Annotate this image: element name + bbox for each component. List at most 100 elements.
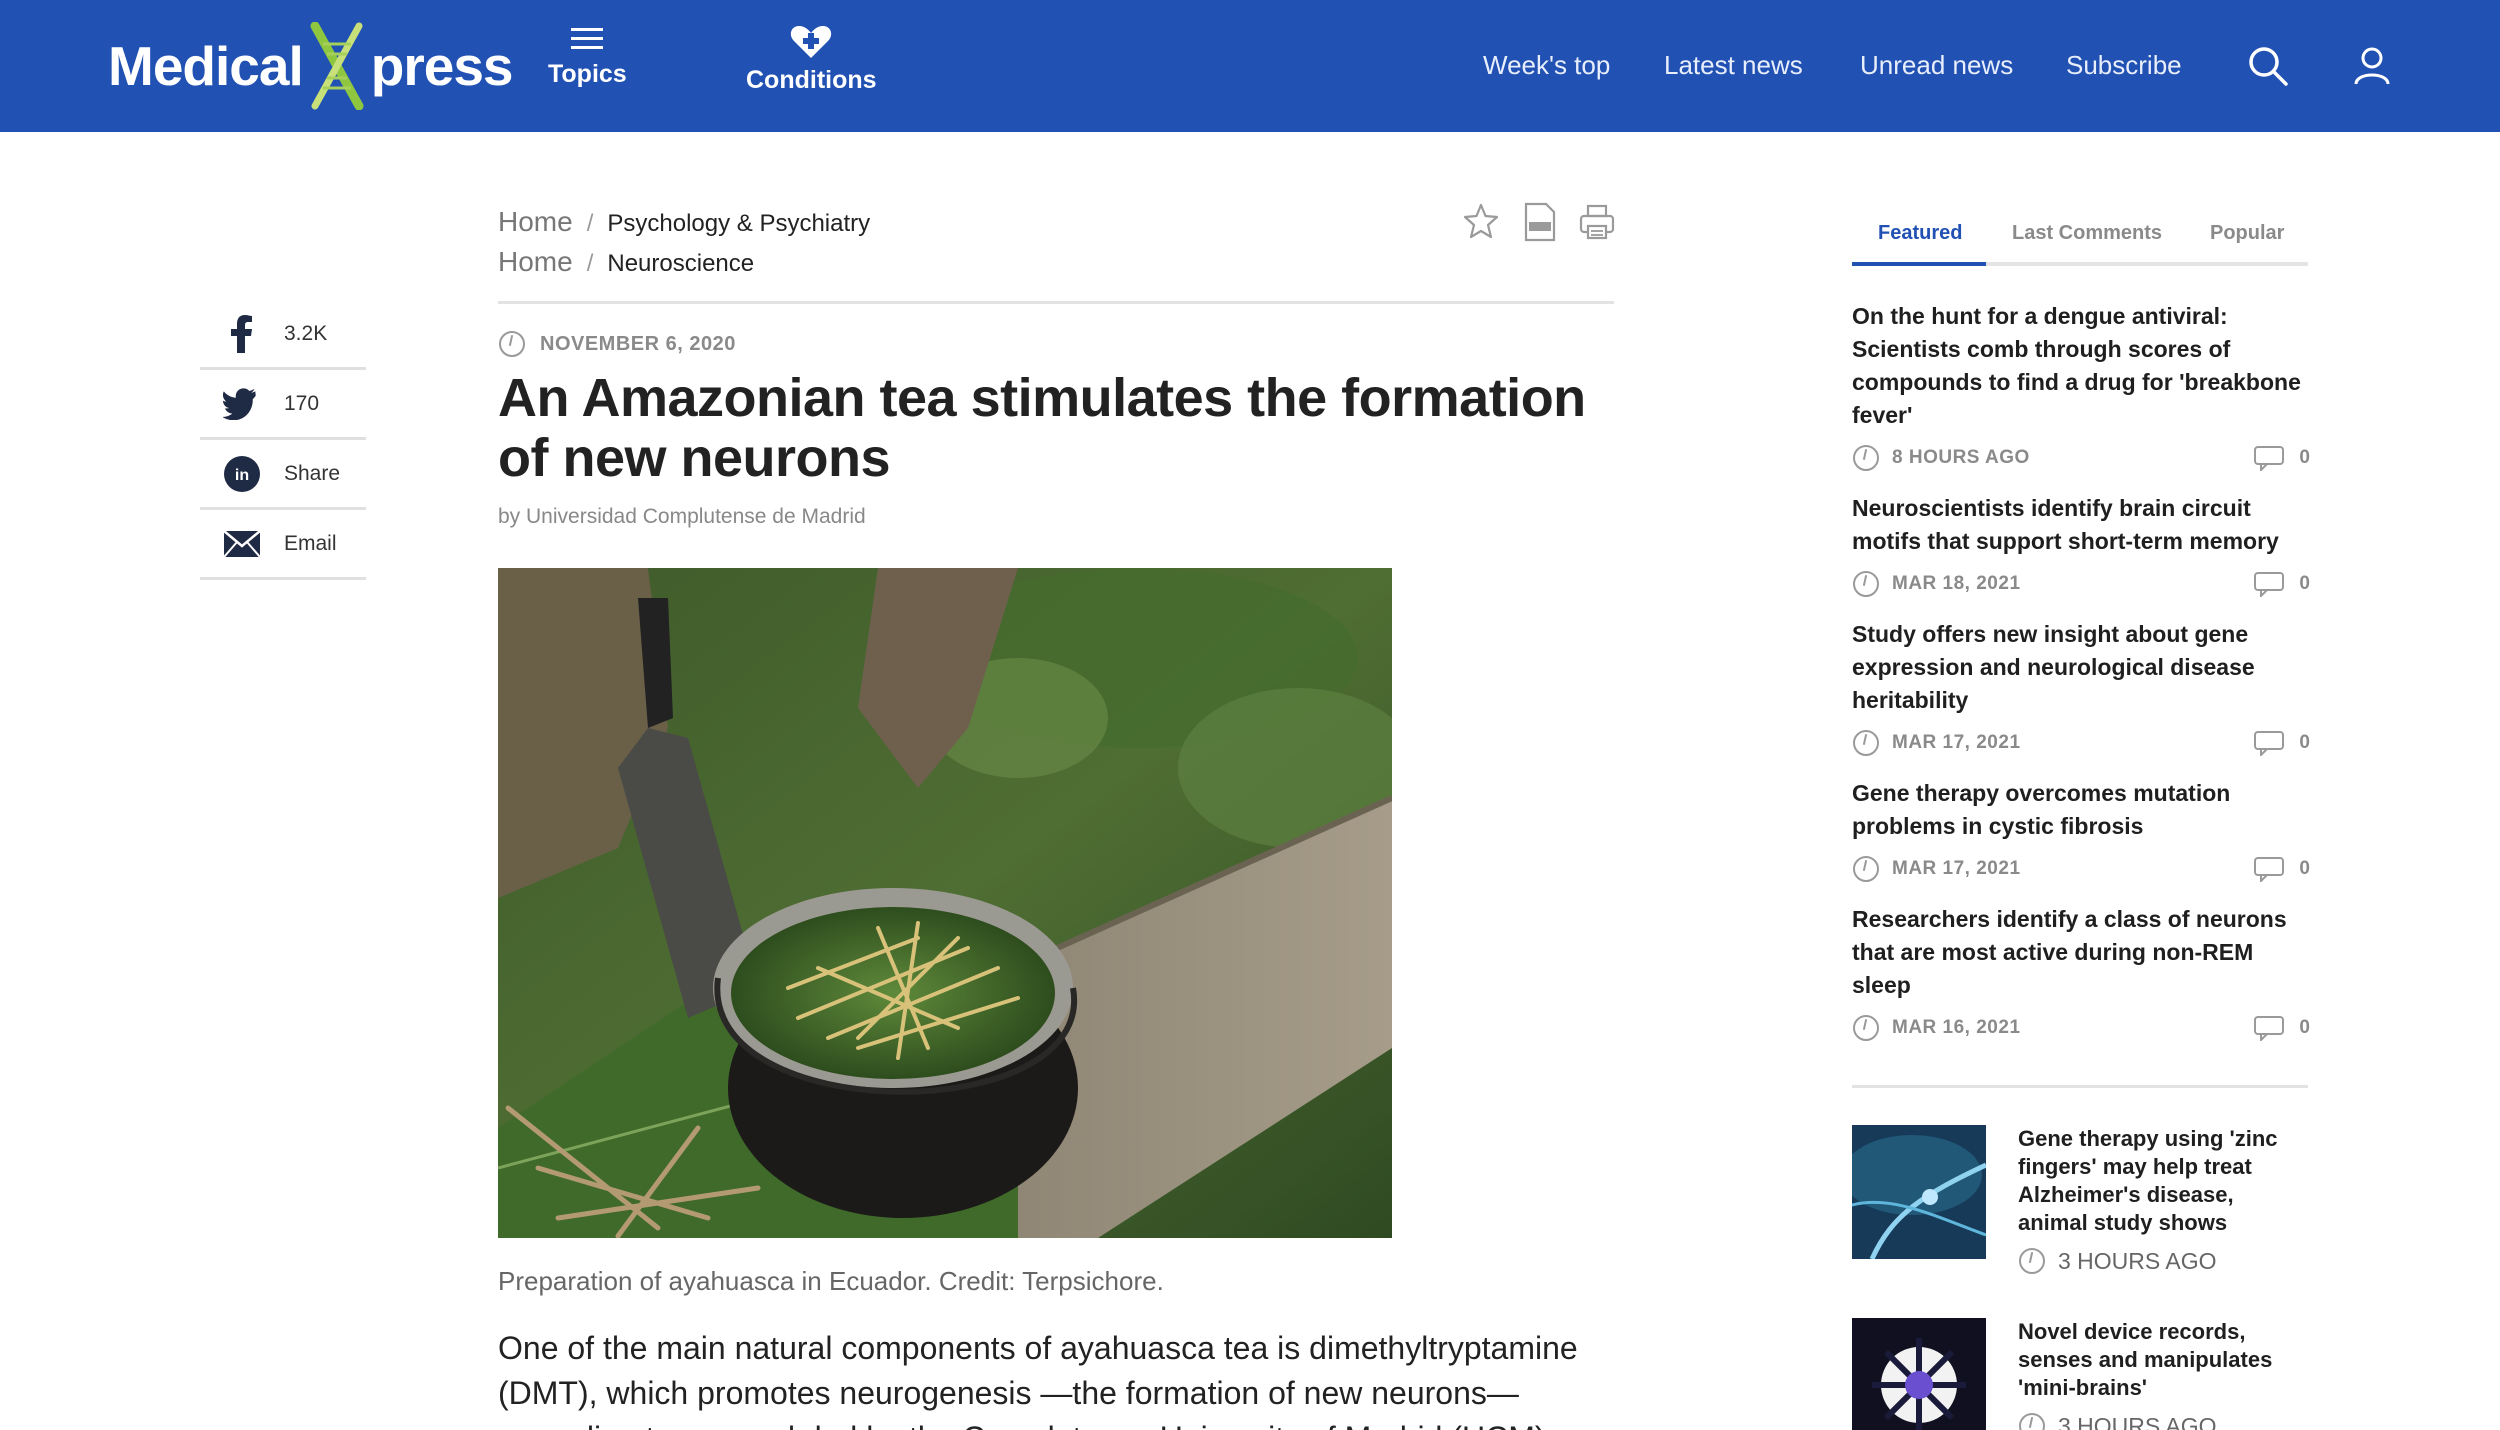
tab-last-comments[interactable]: Last Comments [2012,222,2162,245]
breadcrumb-separator: / [586,250,594,277]
article-date: NOVEMBER 6, 2020 [498,330,736,358]
email-icon [220,529,264,558]
news-item-meta: MAR 16, 2021 0 [1852,1002,2310,1054]
clock-icon [1853,445,1879,471]
breadcrumb-category-link[interactable]: Psychology & Psychiatry [607,205,870,243]
logo-text-press: press [370,35,514,97]
svg-text:in: in [235,467,249,484]
comment-icon[interactable] [2253,730,2285,756]
news-item-comment-count: 0 [2299,732,2310,753]
news-item-meta: 8 HOURS AGO 0 [1852,432,2310,484]
user-account-icon[interactable] [2350,44,2394,88]
clock-icon [2019,1248,2045,1274]
twitter-share-count: 170 [284,391,320,415]
news-item-time: MAR 17, 2021 [1892,732,2021,753]
thumbnail-news-meta: 3 HOURS AGO [2018,1247,2308,1275]
search-icon[interactable] [2246,44,2290,88]
news-tabs: Featured Last Comments Popular [1852,210,2308,266]
news-item-title[interactable]: Researchers identify a class of neurons … [1852,895,2310,1002]
conditions-menu-button[interactable]: Conditions [746,24,877,95]
thumbnail-news-title[interactable]: Novel device records, senses and manipul… [2018,1318,2308,1402]
news-item-time: MAR 17, 2021 [1892,858,2021,879]
photo-caption: Preparation of ayahuasca in Ecuador. Cre… [498,1266,1164,1296]
thumbnail-news-meta: 3 HOURS AGO [2018,1412,2308,1430]
news-thumbnail-image[interactable] [1852,1318,1986,1430]
news-item-meta: MAR 17, 2021 0 [1852,717,2310,769]
comment-icon[interactable] [2253,445,2285,471]
linkedin-share-button[interactable]: in Share [200,440,366,510]
news-item-title[interactable]: Study offers new insight about gene expr… [1852,610,2310,717]
email-share-button[interactable]: Email [200,510,366,580]
conditions-label: Conditions [746,66,877,94]
tab-popular[interactable]: Popular [2210,222,2284,245]
site-logo[interactable]: Medical press [108,18,514,114]
article-title: An Amazonian tea stimulates the formatio… [498,368,1586,488]
latest-news-link[interactable]: Latest news [1664,50,1803,81]
breadcrumb-row: Home / Neuroscience [498,243,870,283]
clock-icon [1853,1015,1879,1041]
news-item-meta: MAR 18, 2021 0 [1852,558,2310,610]
article-body-paragraph: One of the main natural components of ay… [498,1330,1578,1430]
subscribe-link[interactable]: Subscribe [2066,50,2182,81]
weeks-top-link[interactable]: Week's top [1483,50,1610,81]
ayahuasca-pot-image [498,568,1392,1238]
linkedin-icon: in [220,455,264,493]
heart-plus-icon [791,26,832,58]
bookmark-star-icon[interactable] [1462,202,1500,242]
top-navigation-bar: Medical press Topics Conditions Week's t… [0,0,2500,132]
clock-icon [1853,856,1879,882]
breadcrumb-category-link[interactable]: Neuroscience [607,245,754,283]
news-thumbnail-image[interactable] [1852,1125,1986,1259]
news-item-comment-count: 0 [2299,573,2310,594]
tab-featured[interactable]: Featured [1878,222,1962,245]
news-item-time: MAR 18, 2021 [1892,573,2021,594]
rail-divider [1852,1085,2308,1088]
topics-menu-button[interactable]: Topics [548,24,627,89]
topics-label: Topics [548,60,627,88]
clock-icon [499,331,525,357]
news-item-meta: MAR 17, 2021 0 [1852,843,2310,895]
breadcrumb-home-link[interactable]: Home [498,243,573,281]
thumbnail-news-item: Novel device records, senses and manipul… [1852,1318,2308,1430]
breadcrumb-row: Home / Psychology & Psychiatry [498,203,870,243]
clock-icon [1853,730,1879,756]
unread-news-link[interactable]: Unread news [1860,50,2013,81]
list-item: Gene therapy overcomes mutation problems… [1852,769,2310,895]
email-share-label: Email [284,531,337,555]
thumbnail-news-time: 3 HOURS AGO [2058,1412,2217,1430]
facebook-share-button[interactable]: 3.2K [200,300,366,370]
list-item: Researchers identify a class of neurons … [1852,895,2310,1054]
thumbnail-news-title[interactable]: Gene therapy using 'zinc fingers' may he… [2018,1125,2308,1237]
breadcrumb-separator: / [586,210,594,237]
featured-news-list: On the hunt for a dengue antiviral: Scie… [1852,300,2310,1054]
article-date-text: NOVEMBER 6, 2020 [540,332,736,355]
twitter-icon [220,387,264,420]
breadcrumb-home-link[interactable]: Home [498,203,573,241]
thumbnail-news-item: Gene therapy using 'zinc fingers' may he… [1852,1125,2308,1275]
news-item-title[interactable]: Gene therapy overcomes mutation problems… [1852,769,2310,843]
article-tools [1462,202,1616,242]
logo-x-icon [310,22,364,110]
news-item-comment-count: 0 [2299,1017,2310,1038]
news-item-comment-count: 0 [2299,858,2310,879]
clock-icon [2019,1413,2045,1430]
news-item-title[interactable]: On the hunt for a dengue antiviral: Scie… [1852,300,2310,432]
article-photo[interactable] [498,568,1392,1238]
news-item-title[interactable]: Neuroscientists identify brain circuit m… [1852,484,2310,558]
clock-icon [1853,571,1879,597]
print-icon[interactable] [1578,202,1616,242]
active-tab-indicator [1852,262,1986,266]
comment-icon[interactable] [2253,571,2285,597]
twitter-share-button[interactable]: 170 [200,370,366,440]
list-item: Neuroscientists identify brain circuit m… [1852,484,2310,610]
article-byline: by Universidad Complutense de Madrid [498,505,866,528]
social-share-sidebar: 3.2K 170 in Share Email [200,300,366,580]
pdf-download-icon[interactable] [1520,202,1558,242]
hamburger-menu-icon [571,28,604,49]
comment-icon[interactable] [2253,1015,2285,1041]
linkedin-share-label: Share [284,461,341,485]
comment-icon[interactable] [2253,856,2285,882]
breadcrumb: Home / Psychology & Psychiatry Home / Ne… [498,203,870,283]
facebook-icon [220,314,264,353]
news-item-time: MAR 16, 2021 [1892,1017,2021,1038]
